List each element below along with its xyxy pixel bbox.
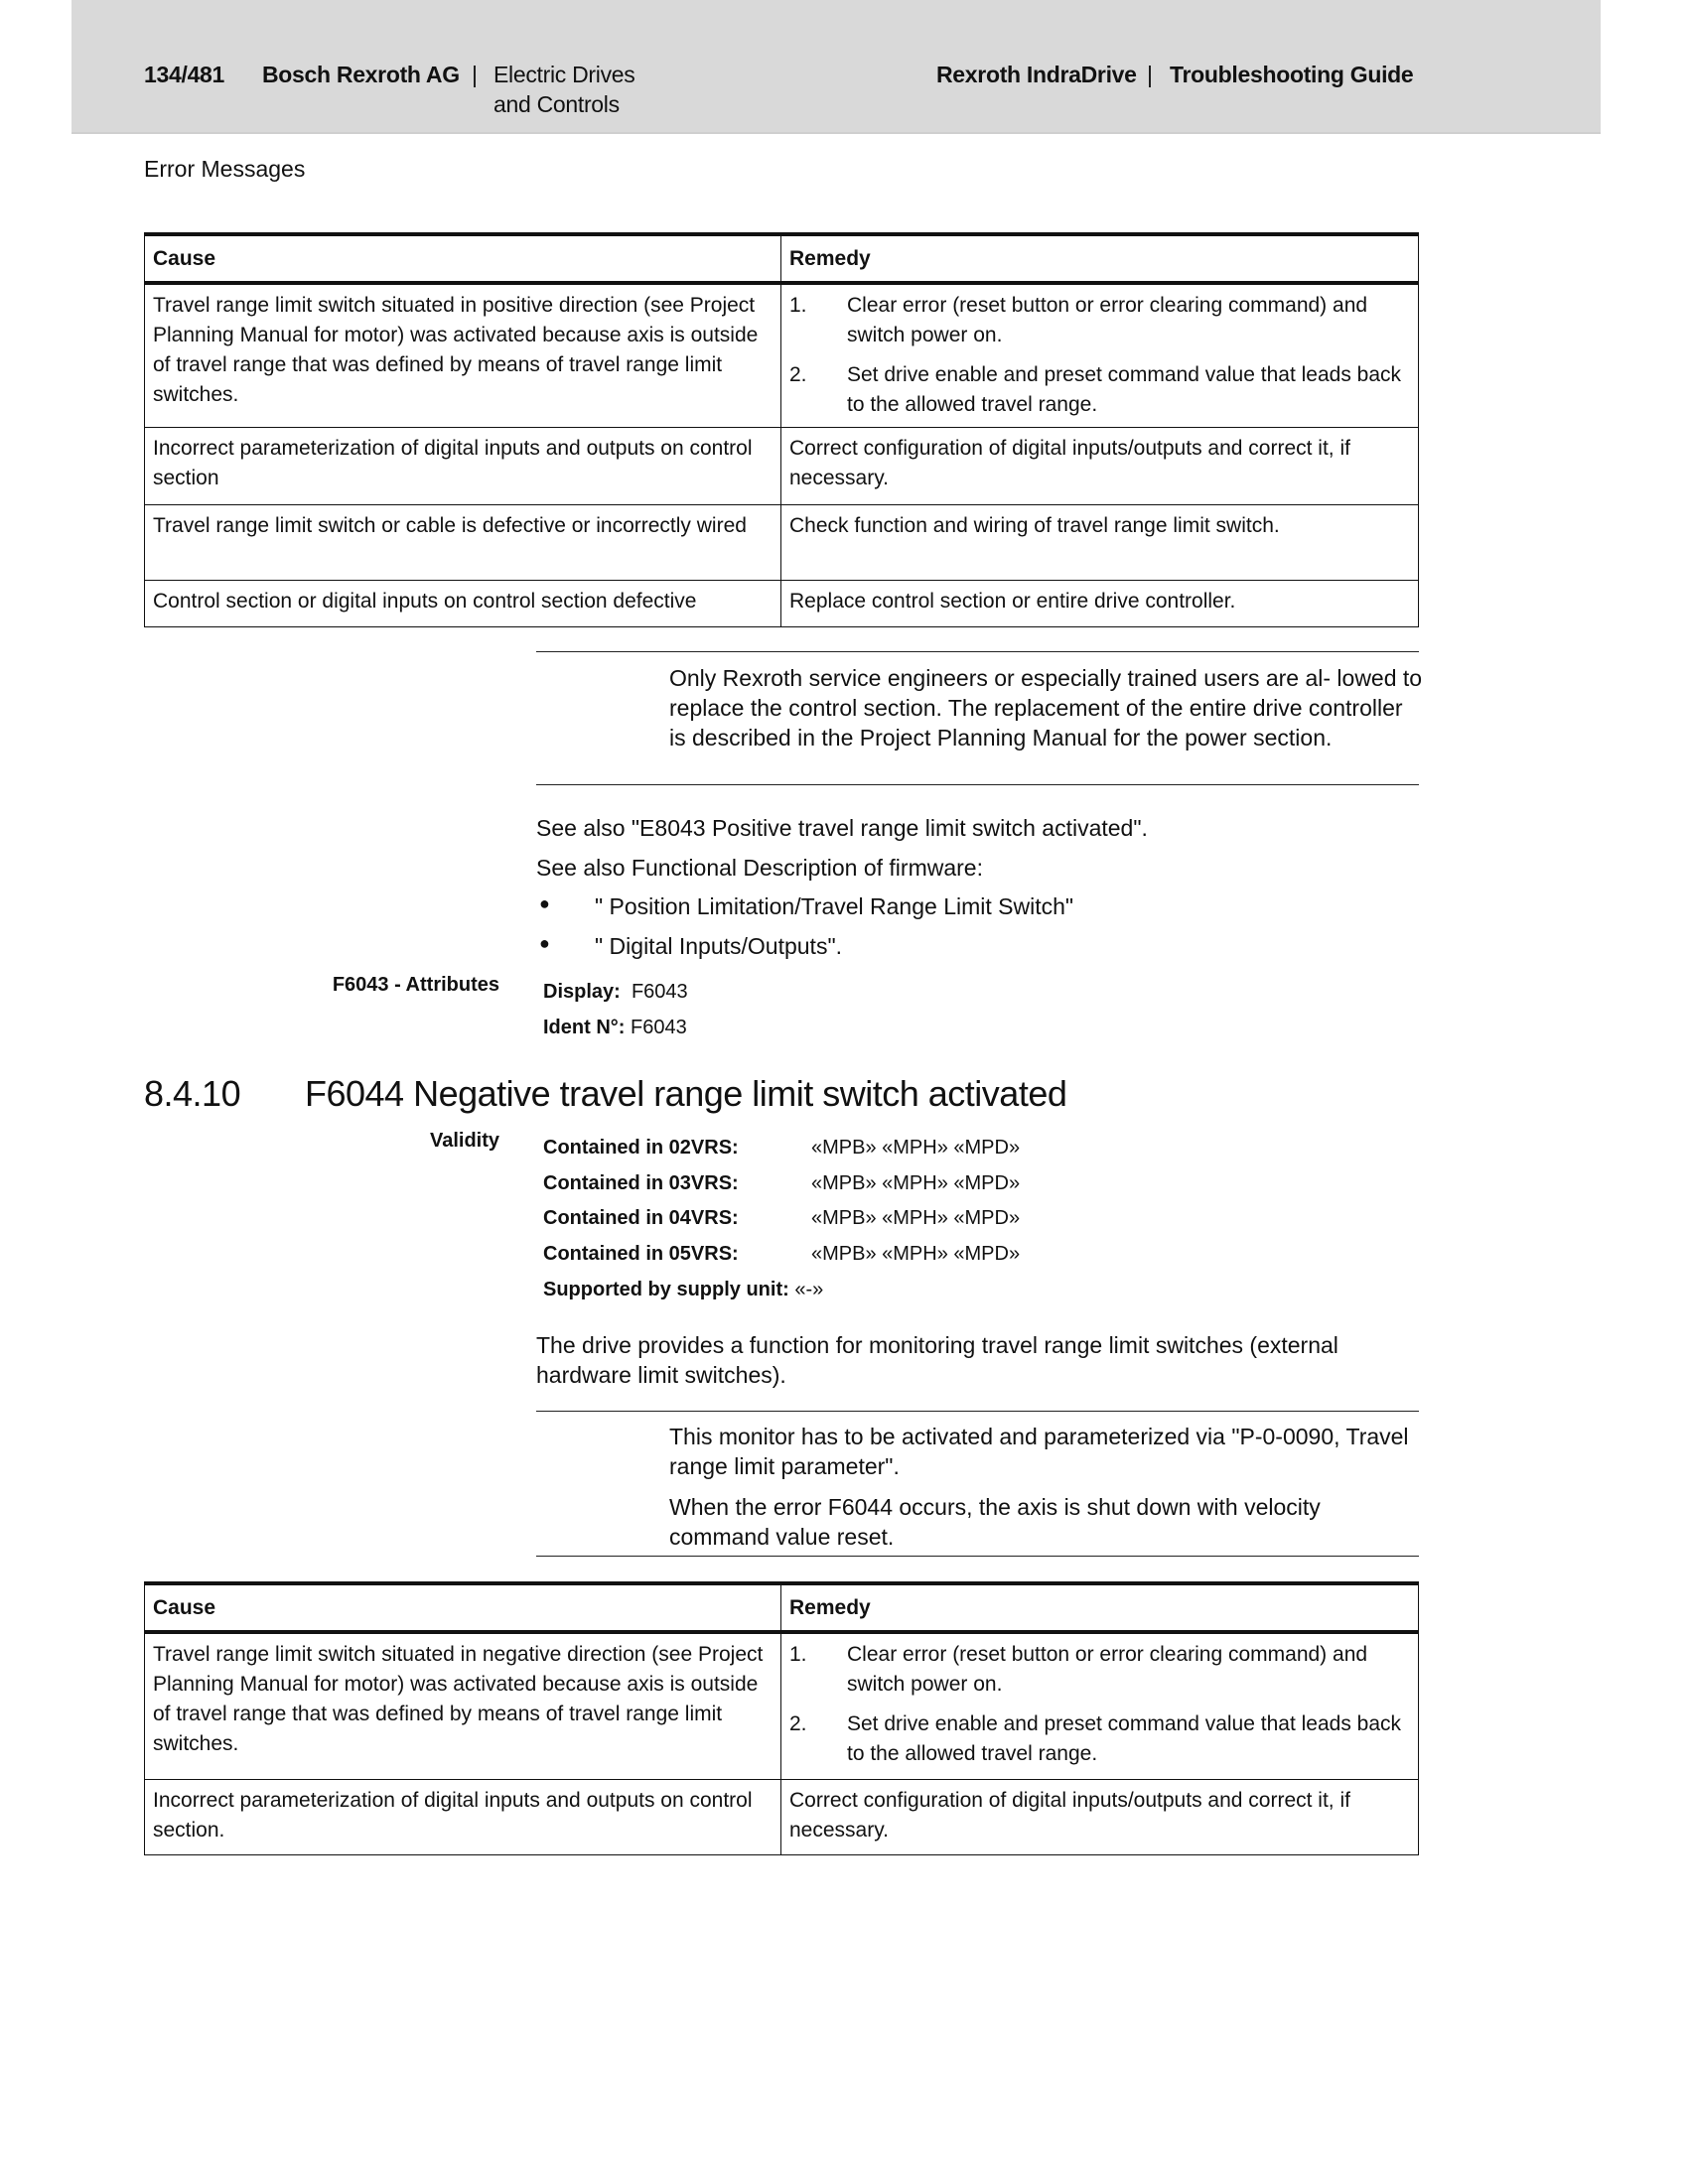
validity-value: «MPB» «MPH» «MPD»: [811, 1243, 1021, 1265]
step-number: 1.: [789, 1643, 807, 1666]
company-name: Bosch Rexroth AG: [262, 62, 460, 87]
table-header-row: Cause Remedy: [145, 1585, 1418, 1634]
column-header-cause: Cause: [145, 236, 781, 281]
table-row: Incorrect parameterization of digital in…: [145, 427, 1418, 504]
display-attribute: Display: F6043: [543, 981, 688, 1004]
validity-key: Contained in 05VRS:: [543, 1243, 739, 1265]
header-separator-right: |: [1147, 62, 1153, 87]
cause-remedy-table-f6043: Cause Remedy Travel range limit switch s…: [144, 232, 1419, 627]
bullet-icon: ●: [539, 893, 550, 913]
validity-label: Validity: [429, 1130, 499, 1152]
note-rule-top: [536, 1411, 1419, 1412]
note-error-behavior: When the error F6044 occurs, the axis is…: [669, 1494, 1321, 1550]
note-rule-bottom: [536, 1556, 1419, 1557]
remedy-cell: Replace control section or entire drive …: [789, 590, 1236, 613]
remedy-cell: Correct configuration of digital inputs/…: [789, 437, 1350, 489]
step-text: Clear error (reset button or error clear…: [847, 1643, 1368, 1696]
column-header-remedy: Remedy: [789, 247, 871, 270]
page-number: 134/481: [144, 62, 225, 87]
header-separator: |: [472, 62, 478, 87]
note-rule-top: [536, 651, 1419, 652]
division-line1: Electric Drives: [493, 62, 635, 87]
remedy-step: 1. Clear error (reset button or error cle…: [789, 291, 1410, 350]
validity-key: Contained in 03VRS:: [543, 1172, 739, 1194]
bullet-icon: ●: [539, 933, 550, 953]
remedy-step: 2. Set drive enable and preset command va…: [789, 1709, 1410, 1769]
note-monitor-activation: This monitor has to be activated and par…: [669, 1424, 1409, 1479]
remedy-step: 2. Set drive enable and preset command va…: [789, 360, 1410, 420]
table-row: Incorrect parameterization of digital in…: [145, 1779, 1418, 1854]
remedy-cell: 1. Clear error (reset button or error cle…: [781, 285, 1418, 427]
note-service-engineers: Only Rexroth service engineers or especi…: [669, 665, 1423, 751]
product-name: Rexroth IndraDrive: [936, 62, 1137, 87]
remedy-step: 1. Clear error (reset button or error cle…: [789, 1640, 1410, 1700]
step-number: 1.: [789, 294, 807, 317]
display-label: Display:: [543, 981, 621, 1003]
cause-remedy-table-f6044: Cause Remedy Travel range limit switch s…: [144, 1581, 1419, 1855]
validity-row: Contained in 03VRS: «MPB» «MPH» «MPD»: [543, 1172, 1020, 1195]
bullet-item: " Digital Inputs/Outputs".: [595, 933, 843, 959]
step-number: 2.: [789, 1712, 807, 1735]
attributes-label: F6043 - Attributes: [332, 974, 499, 996]
section-label: Error Messages: [144, 156, 306, 182]
cause-cell: Control section or digital inputs on con…: [145, 581, 781, 626]
validity-row: Contained in 05VRS: «MPB» «MPH» «MPD»: [543, 1243, 1020, 1266]
ident-attribute: Ident N°: F6043: [543, 1017, 687, 1039]
cause-cell: Incorrect parameterization of digital in…: [145, 428, 781, 504]
section-number: 8.4.10: [144, 1073, 241, 1114]
step-text: Clear error (reset button or error clear…: [847, 294, 1368, 346]
table-row: Travel range limit switch situated in po…: [145, 285, 1418, 427]
column-header-remedy: Remedy: [789, 1596, 871, 1619]
remedy-cell: Check function and wiring of travel rang…: [789, 514, 1280, 537]
note-rule-bottom: [536, 784, 1419, 785]
division-line2: and Controls: [493, 91, 620, 117]
validity-key: Contained in 04VRS:: [543, 1207, 739, 1229]
table-header-row: Cause Remedy: [145, 236, 1418, 285]
display-value: F6043: [631, 981, 688, 1003]
validity-key: Contained in 02VRS:: [543, 1137, 739, 1159]
ident-value: F6043: [631, 1017, 687, 1038]
cause-cell: Travel range limit switch or cable is de…: [145, 505, 781, 580]
validity-value: «MPB» «MPH» «MPD»: [811, 1172, 1021, 1194]
cause-cell: Travel range limit switch situated in ne…: [145, 1634, 781, 1779]
cause-cell: Travel range limit switch situated in po…: [145, 285, 781, 427]
validity-row: Contained in 04VRS: «MPB» «MPH» «MPD»: [543, 1207, 1020, 1230]
document-title: Troubleshooting Guide: [1170, 62, 1414, 87]
remedy-cell: Correct configuration of digital inputs/…: [789, 1789, 1350, 1842]
supply-unit-key: Supported by supply unit:: [543, 1279, 789, 1300]
remedy-cell: 1. Clear error (reset button or error cle…: [781, 1634, 1418, 1779]
ident-label: Ident N°:: [543, 1017, 626, 1038]
description-paragraph: The drive provides a function for monito…: [536, 1332, 1338, 1388]
validity-value: «MPB» «MPH» «MPD»: [811, 1137, 1021, 1159]
validity-row: Contained in 02VRS: «MPB» «MPH» «MPD»: [543, 1137, 1020, 1160]
section-title: F6044 Negative travel range limit switch…: [305, 1073, 1067, 1114]
see-also-e8043: See also "E8043 Positive travel range li…: [536, 815, 1148, 841]
table-row: Travel range limit switch or cable is de…: [145, 504, 1418, 580]
validity-value: «MPB» «MPH» «MPD»: [811, 1207, 1021, 1229]
step-number: 2.: [789, 363, 807, 386]
table-row: Control section or digital inputs on con…: [145, 580, 1418, 626]
supply-unit-row: Supported by supply unit: «-»: [543, 1279, 823, 1301]
table-row: Travel range limit switch situated in ne…: [145, 1634, 1418, 1779]
step-text: Set drive enable and preset command valu…: [847, 363, 1402, 416]
column-header-cause: Cause: [145, 1585, 781, 1630]
bullet-item: " Position Limitation/Travel Range Limit…: [595, 893, 1074, 919]
cause-cell: Incorrect parameterization of digital in…: [145, 1780, 781, 1854]
see-also-functional-description: See also Functional Description of firmw…: [536, 855, 983, 881]
step-text: Set drive enable and preset command valu…: [847, 1712, 1402, 1765]
supply-unit-value: «-»: [794, 1279, 824, 1300]
